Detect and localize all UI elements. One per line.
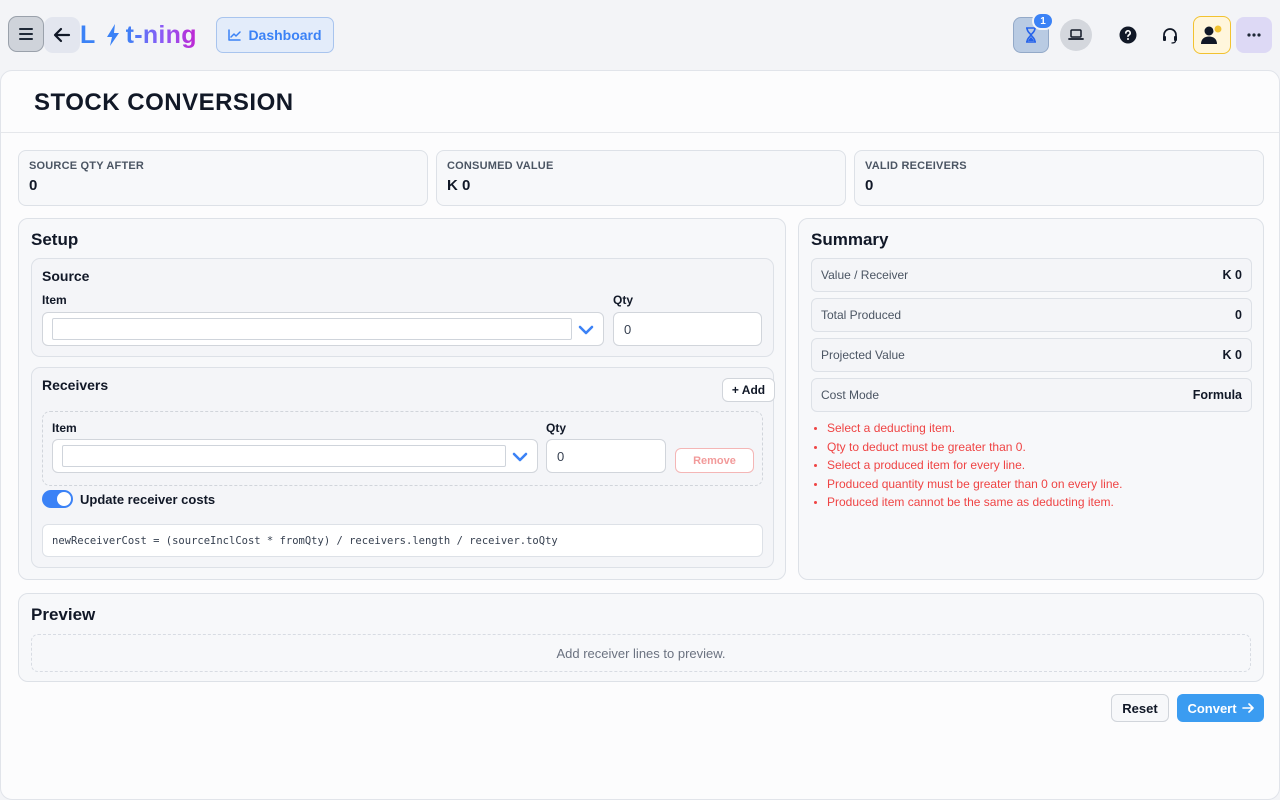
logo-text-left: L <box>80 20 96 49</box>
summary-key: Cost Mode <box>821 388 880 402</box>
title-divider <box>1 132 1279 133</box>
summary-title: Summary <box>811 230 889 249</box>
summary-row: Value / Receiver K 0 <box>811 258 1252 292</box>
stat-value: 0 <box>865 177 874 194</box>
stat-label: SOURCE QTY AFTER <box>29 160 145 172</box>
user-status-button[interactable] <box>1193 16 1231 54</box>
source-item-input[interactable] <box>52 318 572 340</box>
update-costs-toggle[interactable] <box>42 490 73 508</box>
source-item-select[interactable] <box>42 312 604 346</box>
receiver-line: Item Qty 0 Remove <box>42 411 763 486</box>
receivers-title: Receivers <box>42 377 109 393</box>
stat-value: K 0 <box>447 177 471 194</box>
dashboard-button[interactable]: Dashboard <box>216 17 334 53</box>
more-icon <box>1247 33 1261 37</box>
receiver-item-label: Item <box>52 421 77 435</box>
dashboard-label: Dashboard <box>248 27 322 43</box>
error-item: Select a deducting item. <box>827 419 1123 438</box>
summary-key: Value / Receiver <box>821 268 909 282</box>
bolt-icon <box>106 24 120 46</box>
remove-receiver-button[interactable]: Remove <box>675 448 754 473</box>
convert-button[interactable]: Convert <box>1177 694 1264 722</box>
help-icon <box>1119 26 1137 44</box>
setup-title: Setup <box>31 230 79 249</box>
back-button[interactable] <box>44 17 80 53</box>
source-section: Source Item Qty 0 <box>31 258 774 357</box>
preview-card: Preview Add receiver lines to preview. <box>18 593 1264 682</box>
receivers-section: Receivers + Add Item Qty 0 Remove Update… <box>31 367 775 568</box>
summary-key: Projected Value <box>821 348 905 362</box>
setup-card: Setup Source Item Qty 0 Receivers + Add … <box>18 218 786 580</box>
arrow-right-icon <box>1241 703 1254 713</box>
main-panel: STOCK CONVERSION SOURCE QTY AFTER 0 CONS… <box>0 70 1280 800</box>
page-title: STOCK CONVERSION <box>34 89 294 116</box>
cost-formula: newReceiverCost = (sourceInclCost * from… <box>42 524 763 557</box>
receiver-qty-label: Qty <box>546 421 567 435</box>
summary-card: Summary Value / Receiver K 0 Total Produ… <box>798 218 1264 580</box>
receiver-item-select[interactable] <box>52 439 538 473</box>
stat-valid-receivers: VALID RECEIVERS 0 <box>854 150 1264 206</box>
menu-button[interactable] <box>8 16 44 52</box>
preview-title: Preview <box>31 605 96 624</box>
error-item: Select a produced item for every line. <box>827 456 1123 475</box>
user-status-icon <box>1201 24 1223 44</box>
support-button[interactable] <box>1158 23 1182 47</box>
add-receiver-button[interactable]: + Add <box>722 378 775 402</box>
error-item: Produced item cannot be the same as dedu… <box>827 493 1123 512</box>
error-item: Produced quantity must be greater than 0… <box>827 475 1123 494</box>
summary-value: K 0 <box>1222 348 1242 362</box>
reset-button[interactable]: Reset <box>1111 694 1169 722</box>
stat-consumed-value: CONSUMED VALUE K 0 <box>436 150 846 206</box>
receiver-qty-input[interactable]: 0 <box>546 439 666 473</box>
back-arrow-icon <box>53 27 71 43</box>
validation-errors: Select a deducting item. Qty to deduct m… <box>827 419 1123 512</box>
stat-label: VALID RECEIVERS <box>865 160 967 172</box>
laptop-icon <box>1068 29 1084 40</box>
summary-row: Projected Value K 0 <box>811 338 1252 372</box>
notification-badge: 1 <box>1032 12 1054 30</box>
update-costs-label: Update receiver costs <box>80 492 216 507</box>
stat-label: CONSUMED VALUE <box>447 160 554 172</box>
logo-text-right: t-ning <box>125 20 197 49</box>
chart-icon <box>228 29 242 41</box>
summary-key: Total Produced <box>821 308 902 322</box>
headset-icon <box>1163 28 1177 44</box>
source-qty-input[interactable]: 0 <box>613 312 762 346</box>
chevron-down-icon[interactable] <box>512 449 528 465</box>
summary-row: Total Produced 0 <box>811 298 1252 332</box>
stat-source-qty-after: SOURCE QTY AFTER 0 <box>18 150 428 206</box>
hourglass-icon <box>1026 27 1036 43</box>
error-item: Qty to deduct must be greater than 0. <box>827 438 1123 457</box>
summary-value: Formula <box>1192 388 1242 402</box>
toggle-knob <box>57 492 71 506</box>
help-button[interactable] <box>1116 23 1140 47</box>
preview-empty-state: Add receiver lines to preview. <box>31 634 1251 672</box>
more-button[interactable] <box>1236 17 1272 53</box>
receiver-item-input[interactable] <box>62 445 506 467</box>
summary-value: K 0 <box>1222 268 1242 282</box>
top-bar: L t-ning Dashboard 1 <box>0 0 1280 70</box>
source-qty-label: Qty <box>613 293 634 307</box>
source-title: Source <box>42 268 90 284</box>
device-button[interactable] <box>1060 19 1092 51</box>
chevron-down-icon[interactable] <box>578 322 594 338</box>
summary-row: Cost Mode Formula <box>811 378 1252 412</box>
source-item-label: Item <box>42 293 67 307</box>
menu-icon <box>19 28 33 40</box>
stat-value: 0 <box>29 177 38 194</box>
convert-label: Convert <box>1187 700 1237 716</box>
summary-value: 0 <box>1235 308 1242 322</box>
app-logo[interactable]: L t-ning <box>80 18 197 52</box>
